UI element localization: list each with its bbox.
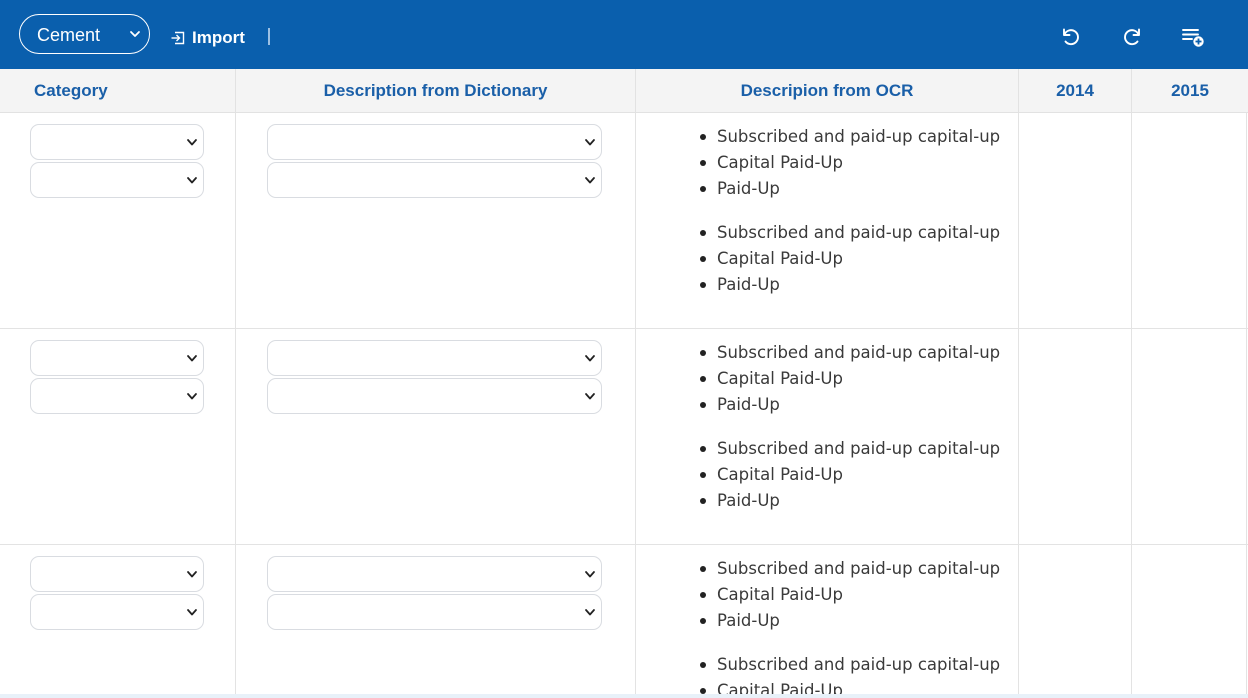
category-dropdown[interactable] [30, 340, 204, 376]
chevron-down-icon [187, 177, 197, 184]
chevron-down-icon [187, 393, 197, 400]
column-header-ocr: Descripion from OCR [636, 69, 1019, 112]
top-toolbar: Cement Import [0, 0, 1248, 69]
chevron-down-icon [585, 571, 595, 578]
ocr-description-list: Subscribed and paid-up capital-up Capita… [697, 652, 1000, 698]
category-dropdown[interactable] [30, 378, 204, 414]
ocr-list-item: Paid-Up [697, 272, 1000, 298]
column-header-year-2014: 2014 [1019, 69, 1132, 112]
dictionary-dropdown[interactable] [267, 162, 602, 198]
ocr-list-item: Subscribed and paid-up capital-up [697, 436, 1000, 462]
industry-select-value: Cement [37, 25, 101, 45]
ocr-list-item: Capital Paid-Up [697, 246, 1000, 272]
category-dropdown[interactable] [30, 594, 204, 630]
dictionary-dropdown[interactable] [267, 594, 602, 630]
chevron-down-icon [585, 393, 595, 400]
ocr-list-item: Capital Paid-Up [697, 582, 1000, 608]
chevron-down-icon [585, 609, 595, 616]
horizontal-scrollbar-track[interactable] [0, 694, 1248, 698]
chevron-down-icon [585, 177, 595, 184]
category-dropdown[interactable] [30, 556, 204, 592]
chevron-down-icon [187, 139, 197, 146]
dictionary-dropdown[interactable] [267, 556, 602, 592]
table-header: Category Description from Dictionary Des… [0, 69, 1248, 113]
dictionary-dropdown[interactable] [267, 378, 602, 414]
toolbar-divider [268, 28, 270, 45]
ocr-list-item: Capital Paid-Up [697, 366, 1000, 392]
app-window: Cement Import Category Description from … [0, 0, 1248, 698]
category-dropdown[interactable] [30, 162, 204, 198]
ocr-list-item: Capital Paid-Up [697, 462, 1000, 488]
ocr-description-list: Subscribed and paid-up capital-up Capita… [697, 340, 1000, 418]
chevron-down-icon [130, 31, 140, 37]
ocr-list-item: Paid-Up [697, 608, 1000, 634]
column-header-category: Category [0, 69, 236, 112]
ocr-list-item: Subscribed and paid-up capital-up [697, 556, 1000, 582]
add-list-icon[interactable] [1181, 25, 1205, 49]
ocr-list-item: Subscribed and paid-up capital-up [697, 124, 1000, 150]
ocr-list-item: Paid-Up [697, 488, 1000, 514]
category-dropdown[interactable] [30, 124, 204, 160]
table-row: Subscribed and paid-up capital-up Capita… [0, 113, 1248, 329]
import-button-label: Import [192, 28, 245, 47]
chevron-down-icon [585, 355, 595, 362]
import-icon [171, 31, 185, 45]
ocr-list-item: Subscribed and paid-up capital-up [697, 220, 1000, 246]
ocr-description-list: Subscribed and paid-up capital-up Capita… [697, 220, 1000, 298]
chevron-down-icon [187, 609, 197, 616]
chevron-down-icon [585, 139, 595, 146]
chevron-down-icon [187, 355, 197, 362]
ocr-description-list: Subscribed and paid-up capital-up Capita… [697, 124, 1000, 202]
table-row: Subscribed and paid-up capital-up Capita… [0, 545, 1248, 698]
ocr-list-item: Subscribed and paid-up capital-up [697, 652, 1000, 678]
column-header-dictionary: Description from Dictionary [236, 69, 636, 112]
ocr-list-item: Subscribed and paid-up capital-up [697, 340, 1000, 366]
ocr-description-list: Subscribed and paid-up capital-up Capita… [697, 556, 1000, 634]
dictionary-dropdown[interactable] [267, 124, 602, 160]
chevron-down-icon [187, 571, 197, 578]
table-row: Subscribed and paid-up capital-up Capita… [0, 329, 1248, 545]
redo-icon[interactable] [1120, 25, 1144, 49]
ocr-description-list: Subscribed and paid-up capital-up Capita… [697, 436, 1000, 514]
ocr-list-item: Paid-Up [697, 392, 1000, 418]
column-header-year-2015: 2015 [1171, 81, 1209, 100]
ocr-list-item: Paid-Up [697, 176, 1000, 202]
ocr-list-item: Capital Paid-Up [697, 150, 1000, 176]
industry-select[interactable]: Cement [19, 14, 150, 54]
undo-icon[interactable] [1059, 25, 1083, 49]
dictionary-dropdown[interactable] [267, 340, 602, 376]
